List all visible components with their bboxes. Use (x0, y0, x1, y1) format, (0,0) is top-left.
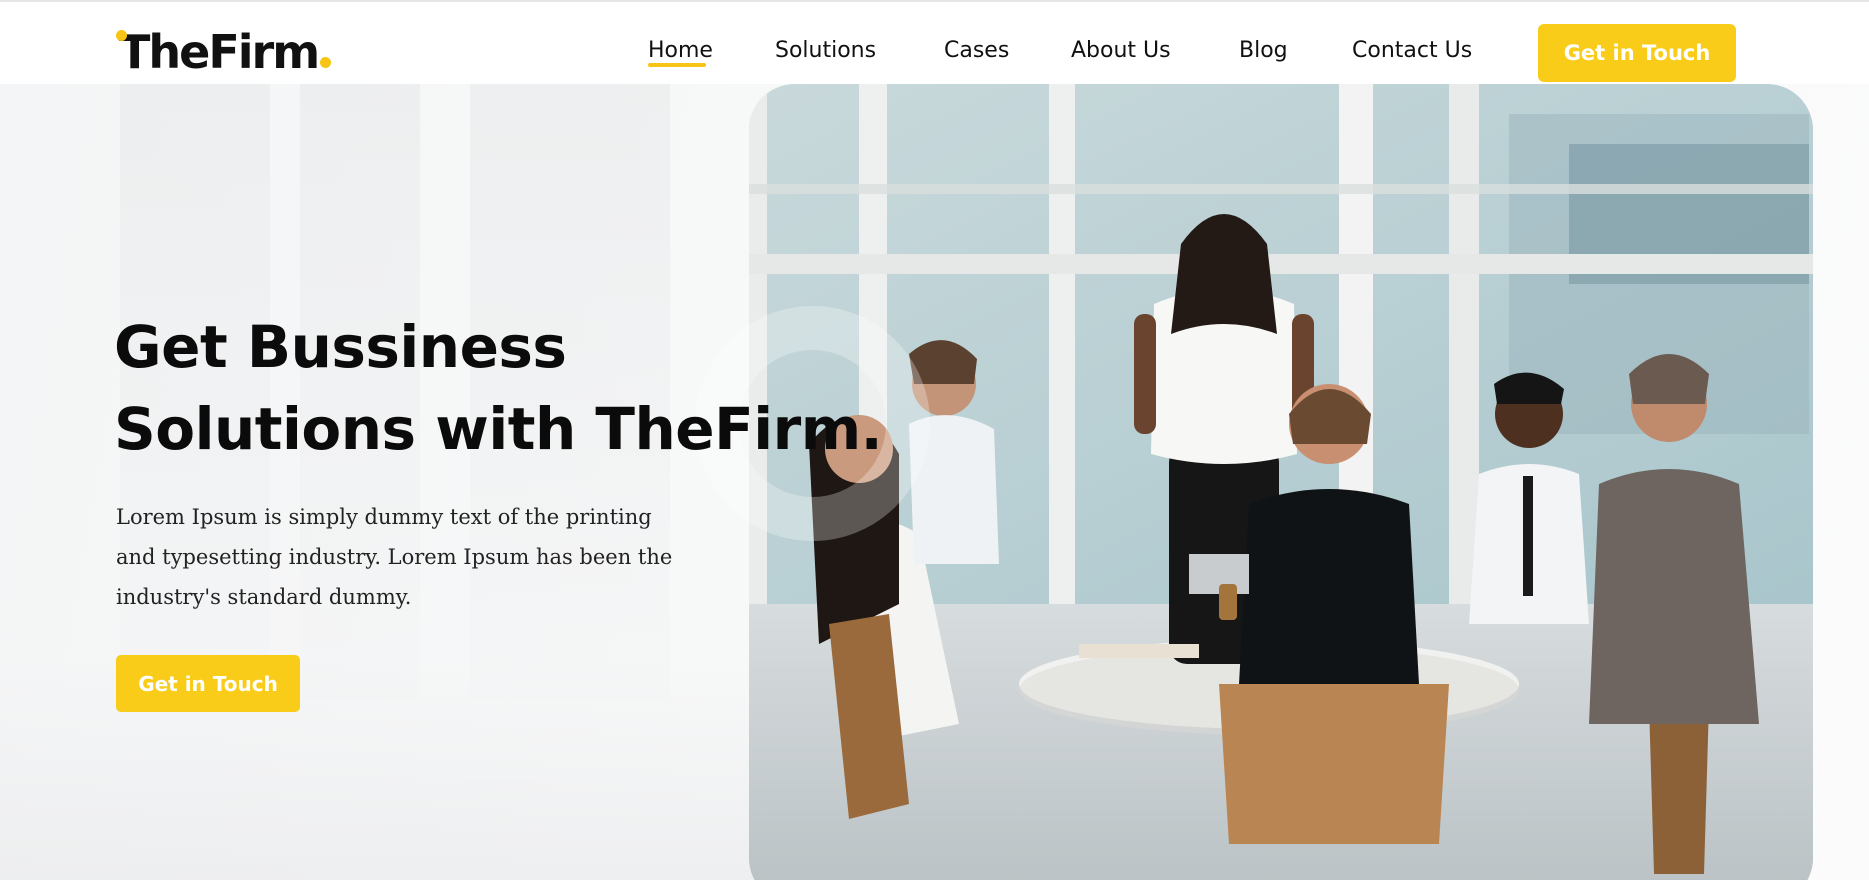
nav-item-cases[interactable]: Cases (944, 38, 1009, 63)
hero-heading-line2: Solutions with TheFirm. (114, 395, 883, 463)
logo-accent-dot (116, 30, 127, 41)
nav-item-label: Contact Us (1352, 38, 1473, 63)
site-header: TheFirm Home Solutions Cases About Us Bl… (0, 2, 1869, 84)
nav-item-label: Cases (944, 38, 1010, 63)
nav-item-about-us[interactable]: About Us (1071, 38, 1171, 63)
nav-item-label: Home (648, 38, 713, 63)
landing-page: TheFirm Home Solutions Cases About Us Bl… (0, 0, 1869, 880)
nav-item-label: About Us (1071, 38, 1171, 63)
nav-item-label: Blog (1239, 38, 1288, 63)
logo[interactable]: TheFirm (113, 24, 332, 80)
logo-text: TheFirm (119, 25, 320, 79)
hero-heading: Get Bussiness Solutions with TheFirm. (114, 306, 894, 470)
hero-description: Lorem Ipsum is simply dummy text of the … (116, 505, 673, 609)
logo-period-dot (320, 57, 332, 68)
hero-heading-line1: Get Bussiness (114, 313, 567, 381)
nav-active-underline (648, 63, 706, 67)
background-floor (0, 660, 760, 880)
nav-item-blog[interactable]: Blog (1239, 38, 1288, 63)
nav-item-contact-us[interactable]: Contact Us (1352, 38, 1472, 63)
header-get-in-touch-button[interactable]: Get in Touch (1538, 24, 1736, 82)
hero-get-in-touch-button[interactable]: Get in Touch (116, 655, 300, 712)
nav-item-solutions[interactable]: Solutions (775, 38, 876, 63)
nav-item-label: Solutions (775, 38, 877, 63)
nav-item-home[interactable]: Home (648, 38, 713, 67)
